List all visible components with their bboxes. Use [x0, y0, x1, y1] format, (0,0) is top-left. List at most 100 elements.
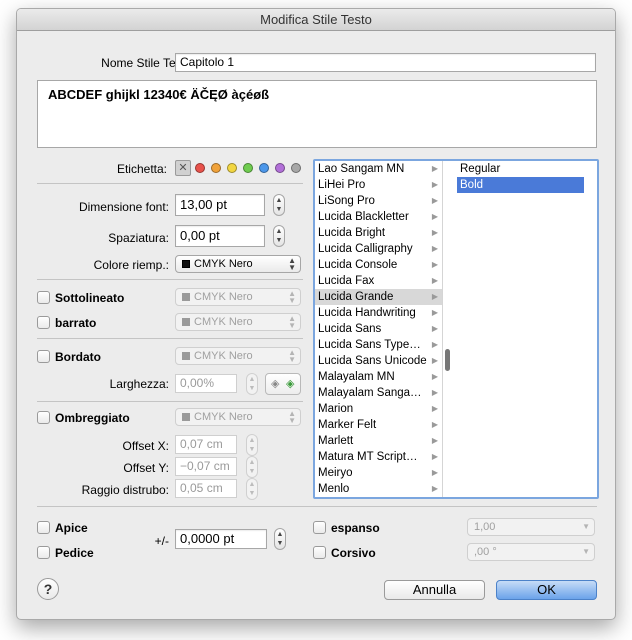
outline-outside-icon[interactable]: ◈	[286, 377, 294, 391]
font-family-item[interactable]: LiSong Pro ▶	[315, 193, 442, 209]
font-family-item[interactable]: Marlett ▶	[315, 433, 442, 449]
chevron-right-icon: ▶	[431, 484, 438, 493]
help-button[interactable]: ?	[37, 578, 59, 600]
style-name-input[interactable]: Capitolo 1	[175, 53, 596, 72]
spacing-input[interactable]: 0,00 pt	[175, 225, 265, 247]
no-label-button[interactable]: ✕	[175, 160, 191, 176]
spacing-label: Spaziatura:	[108, 231, 169, 245]
italic-angle-popup[interactable]: ,00 ° ▼	[467, 543, 595, 561]
color-swatch	[182, 318, 190, 326]
ok-button[interactable]: OK	[496, 580, 597, 600]
strikethrough-checkbox[interactable]	[37, 316, 50, 329]
font-family-item[interactable]: Lucida Sans Type… ▶	[315, 337, 442, 353]
outline-position-toggle[interactable]: ◈ ◈	[265, 373, 301, 395]
label-color-dot[interactable]	[275, 163, 285, 173]
italic-checkbox[interactable]	[313, 546, 326, 559]
font-family-name: Lucida Sans Unicode	[318, 355, 427, 367]
font-family-name: Lucida Grande	[318, 291, 394, 303]
font-style-item[interactable]: Regular	[457, 161, 584, 177]
outline-width-stepper[interactable]: ▲ ▼	[246, 373, 258, 395]
text-preview: ABCDEF ghijkl 12340€ ÄČĘØ àçéøß	[37, 80, 597, 148]
expanded-popup[interactable]: 1,00 ▼	[467, 518, 595, 536]
outline-inside-icon[interactable]: ◈	[271, 377, 279, 391]
shadow-color-popup[interactable]: CMYK Nero ▲ ▼	[175, 408, 301, 426]
font-family-item[interactable]: Marker Felt ▶	[315, 417, 442, 433]
blur-radius-input[interactable]: 0,05 cm	[175, 479, 237, 498]
outline-color-popup[interactable]: CMYK Nero ▲ ▼	[175, 347, 301, 365]
font-family-item[interactable]: Lucida Handwriting ▶	[315, 305, 442, 321]
font-family-name: Lucida Fax	[318, 275, 375, 287]
outline-checkbox[interactable]	[37, 350, 50, 363]
underline-color-popup[interactable]: CMYK Nero ▲ ▼	[175, 288, 301, 306]
label-color-dot[interactable]	[211, 163, 221, 173]
chevron-right-icon: ▶	[431, 372, 438, 381]
label-color-dot[interactable]	[243, 163, 253, 173]
font-family-item[interactable]: Menlo ▶	[315, 481, 442, 497]
font-family-name: Lucida Bright	[318, 227, 386, 239]
font-family-item[interactable]: Lucida Console ▶	[315, 257, 442, 273]
offset-y-stepper[interactable]: ▲ ▼	[246, 456, 258, 478]
font-family-item[interactable]: Lao Sangam MN ▶	[315, 161, 442, 177]
font-family-name: Lucida Sans Type…	[318, 339, 421, 351]
font-family-name: Malayalam Sanga…	[318, 387, 422, 399]
font-family-item[interactable]: Lucida Calligraphy ▶	[315, 241, 442, 257]
font-family-item[interactable]: Lucida Bright ▶	[315, 225, 442, 241]
baseline-stepper[interactable]: ▲ ▼	[274, 528, 286, 550]
subscript-checkbox[interactable]	[37, 546, 50, 559]
baseline-input[interactable]: 0,0000 pt	[175, 529, 267, 549]
expanded-label: espanso	[331, 521, 380, 535]
font-browser: Lao Sangam MN ▶ LiHei Pro ▶ LiSong Pro ▶ Lucid…	[313, 159, 599, 499]
label-color-dot[interactable]	[195, 163, 205, 173]
superscript-checkbox[interactable]	[37, 521, 50, 534]
font-family-item[interactable]: Malayalam Sanga… ▶	[315, 385, 442, 401]
offset-y-input[interactable]: −0,07 cm	[175, 457, 237, 476]
chevron-right-icon: ▶	[431, 180, 438, 189]
font-list-scrollbar[interactable]	[445, 349, 450, 371]
font-family-item[interactable]: Malayalam MN ▶	[315, 369, 442, 385]
font-family-item[interactable]: Marion ▶	[315, 401, 442, 417]
cancel-button[interactable]: Annulla	[384, 580, 485, 600]
chevron-right-icon: ▶	[431, 164, 438, 173]
font-family-name: LiSong Pro	[318, 195, 375, 207]
font-size-input[interactable]: 13,00 pt	[175, 194, 265, 216]
shadow-color-value: CMYK Nero	[194, 411, 253, 423]
blur-radius-stepper[interactable]: ▲ ▼	[246, 478, 258, 500]
font-family-item[interactable]: LiHei Pro ▶	[315, 177, 442, 193]
font-family-item[interactable]: Lucida Grande ▶	[315, 289, 442, 305]
label-color-dot[interactable]	[291, 163, 301, 173]
chevron-right-icon: ▶	[431, 468, 438, 477]
offset-x-stepper[interactable]: ▲ ▼	[246, 434, 258, 456]
font-family-name: Lao Sangam MN	[318, 163, 405, 175]
strikethrough-color-popup[interactable]: CMYK Nero ▲ ▼	[175, 313, 301, 331]
underline-checkbox[interactable]	[37, 291, 50, 304]
updown-arrows-icon: ▲ ▼	[288, 314, 296, 330]
font-family-name: Lucida Calligraphy	[318, 243, 413, 255]
font-family-item[interactable]: Lucida Blackletter ▶	[315, 209, 442, 225]
updown-arrows-icon: ▲ ▼	[288, 409, 296, 425]
font-style-list[interactable]: Regular Bold	[457, 161, 584, 193]
chevron-right-icon: ▶	[431, 356, 438, 365]
expanded-checkbox[interactable]	[313, 521, 326, 534]
font-family-name: Meiryo	[318, 467, 353, 479]
chevron-right-icon: ▶	[431, 324, 438, 333]
font-family-item[interactable]: Matura MT Script… ▶	[315, 449, 442, 465]
font-style-item[interactable]: Bold	[457, 177, 584, 193]
spacing-stepper[interactable]: ▲ ▼	[273, 225, 285, 247]
separator	[37, 401, 303, 402]
shadow-checkbox[interactable]	[37, 411, 50, 424]
font-family-item[interactable]: Meiryo ▶	[315, 465, 442, 481]
chevron-right-icon: ▶	[431, 244, 438, 253]
label-color-dot[interactable]	[227, 163, 237, 173]
offset-x-input[interactable]: 0,07 cm	[175, 435, 237, 454]
font-size-stepper[interactable]: ▲ ▼	[273, 194, 285, 216]
outline-width-input[interactable]: 0,00%	[175, 374, 237, 393]
font-family-name: Lucida Sans	[318, 323, 382, 335]
font-family-item[interactable]: Lucida Sans Unicode ▶	[315, 353, 442, 369]
font-family-item[interactable]: Lucida Sans ▶	[315, 321, 442, 337]
font-family-item[interactable]: Lucida Fax ▶	[315, 273, 442, 289]
updown-arrows-icon: ▲ ▼	[288, 348, 296, 364]
label-color-dot[interactable]	[259, 163, 269, 173]
font-family-list[interactable]: Lao Sangam MN ▶ LiHei Pro ▶ LiSong Pro ▶ Lucid…	[315, 161, 443, 497]
separator	[37, 279, 303, 280]
fill-color-popup[interactable]: CMYK Nero ▲ ▼	[175, 255, 301, 273]
